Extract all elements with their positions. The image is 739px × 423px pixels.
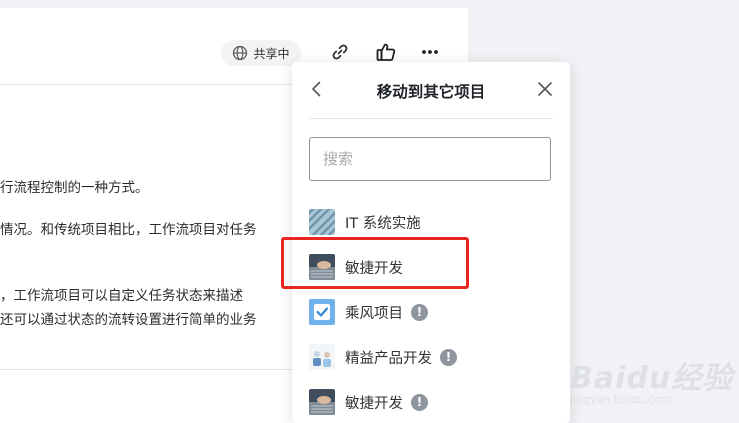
red-highlight-box — [281, 237, 469, 289]
doc-text-line: ，工作流项目可以自定义任务状态来描述 — [0, 288, 243, 304]
search-input[interactable] — [309, 137, 551, 181]
info-badge-icon[interactable]: ! — [440, 348, 457, 366]
project-label: 敏捷开发 — [345, 395, 403, 412]
share-status-chip[interactable]: 共享中 — [221, 40, 301, 66]
project-label: 精益产品开发 — [345, 350, 432, 367]
project-item-it-system[interactable]: IT 系统实施 — [309, 207, 553, 237]
panel-title: 移动到其它项目 — [376, 83, 486, 101]
keyboard-photo-thumb-icon — [309, 389, 335, 415]
baidu-watermark: Baidu经验 jingyan.baidu.com — [560, 335, 735, 415]
project-item-agile-dev-2[interactable]: 敏捷开发 ! — [309, 387, 553, 417]
people-photo-thumb-icon — [309, 344, 335, 370]
link-icon[interactable] — [329, 41, 351, 63]
thumbs-up-icon[interactable] — [375, 41, 397, 63]
project-item-lean-product[interactable]: 精益产品开发 ! — [309, 342, 553, 372]
panel-divider — [309, 118, 553, 119]
info-badge-icon[interactable]: ! — [411, 393, 428, 411]
striped-thumb-icon — [309, 209, 335, 235]
globe-icon — [233, 45, 248, 61]
checkbox-thumb-icon — [309, 299, 335, 325]
watermark-url: jingyan.baidu.com — [570, 393, 672, 406]
project-label: 乘风项目 — [345, 305, 403, 322]
more-icon[interactable] — [419, 41, 441, 63]
doc-text-line: 行流程控制的一种方式。 — [0, 180, 149, 196]
project-label: IT 系统实施 — [345, 215, 421, 232]
doc-text-line: 情况。和传统项目相比，工作流项目对任务 — [0, 222, 257, 238]
close-icon[interactable] — [536, 80, 554, 98]
share-status-label: 共享中 — [253, 46, 290, 61]
doc-text-line: 还可以通过状态的流转设置进行简单的业务 — [0, 312, 257, 328]
project-item-chengfeng[interactable]: 乘风项目 ! — [309, 297, 553, 327]
info-badge-icon[interactable]: ! — [411, 303, 428, 321]
watermark-logo: Baidu经验 — [570, 361, 734, 396]
